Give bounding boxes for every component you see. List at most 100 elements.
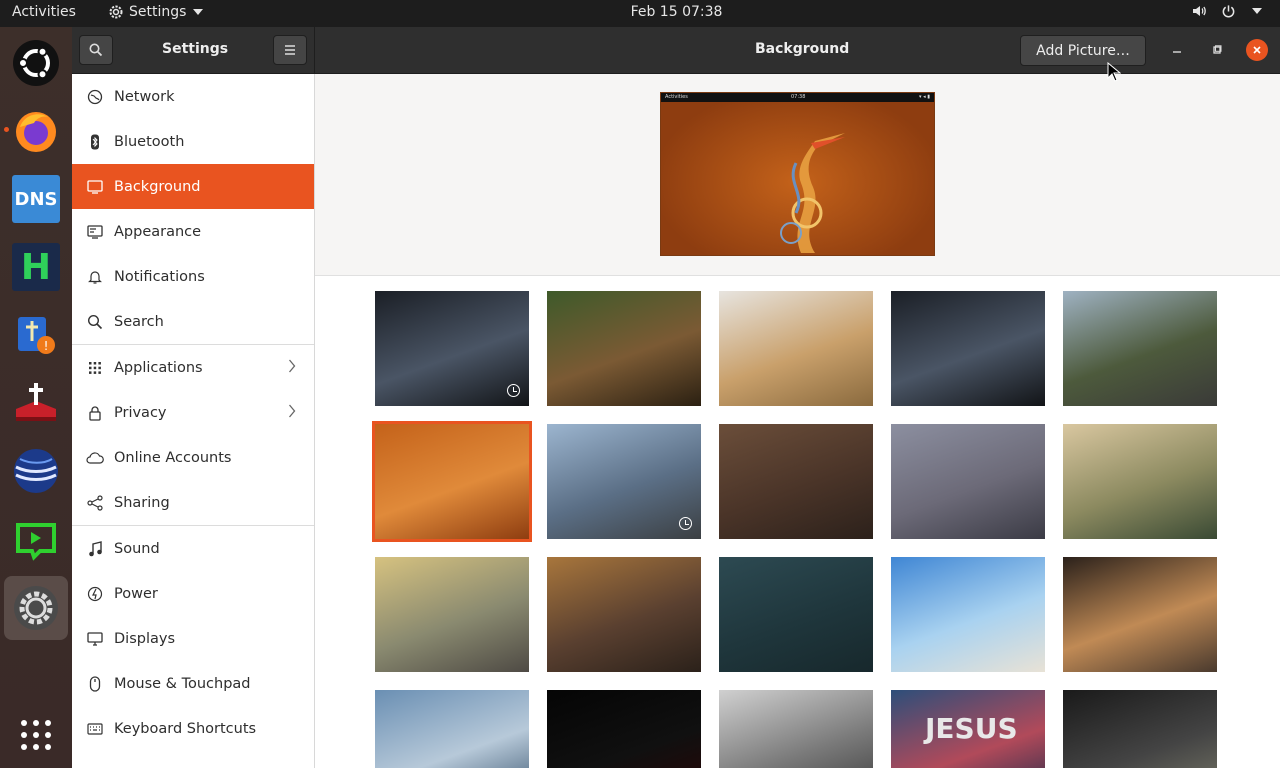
wallpaper-thumbnail[interactable] — [719, 557, 873, 672]
ubuntu-logo-icon[interactable] — [8, 35, 64, 91]
mouse-cursor-icon — [1107, 62, 1121, 82]
sidebar-item-label: Background — [114, 178, 201, 195]
sidebar-header: Settings — [72, 27, 315, 74]
wallpaper-thumbnail[interactable] — [1063, 690, 1217, 768]
chevron-down-icon — [1252, 8, 1262, 14]
sidebar-item-bluetooth[interactable]: Bluetooth — [72, 119, 314, 164]
dock: DNS H ! — [0, 27, 72, 768]
clock[interactable]: Feb 15 07:38 — [0, 4, 1280, 20]
music-note-icon — [89, 540, 102, 556]
bible-study-svg: ! — [18, 317, 55, 354]
power-icon — [87, 586, 103, 601]
system-tray[interactable] — [1191, 3, 1262, 19]
dns-label: DNS — [12, 175, 60, 223]
sidebar-item-label: Search — [114, 313, 164, 330]
sidebar-item-appearance[interactable]: Appearance — [72, 209, 314, 254]
clock-badge-icon — [679, 517, 692, 530]
screen-recorder-icon[interactable] — [8, 511, 64, 567]
wallpaper-thumbnail[interactable] — [375, 557, 529, 672]
hamburger-icon — [285, 45, 295, 55]
share-icon — [87, 494, 103, 511]
sidebar-item-privacy[interactable]: Privacy — [72, 390, 314, 435]
restore-icon — [1213, 45, 1222, 54]
sidebar-item-label: Keyboard Shortcuts — [114, 720, 257, 737]
header-bar: Settings Background Add Picture… — [72, 27, 1280, 74]
settings-app-icon[interactable] — [4, 576, 68, 640]
wallpaper-thumbnail[interactable]: JESUS — [891, 690, 1045, 768]
minimize-button[interactable] — [1166, 39, 1188, 61]
cloud-icon — [86, 451, 104, 464]
sidebar-item-label: Network — [114, 88, 175, 105]
close-button[interactable] — [1246, 39, 1268, 61]
wallpaper-thumbnail[interactable] — [1063, 557, 1217, 672]
sidebar-item-label: Mouse & Touchpad — [114, 675, 251, 692]
apps-grid-icon — [89, 361, 101, 374]
wallpaper-thumbnail[interactable] — [547, 557, 701, 672]
bible-app-icon[interactable] — [8, 375, 64, 431]
wallpaper-thumbnail[interactable] — [547, 291, 701, 406]
wallpaper-thumbnail[interactable] — [547, 690, 701, 768]
sidebar-item-label: Applications — [114, 359, 203, 376]
firefox-icon[interactable] — [8, 103, 64, 159]
sidebar-item-displays[interactable]: Displays — [72, 616, 314, 661]
bible-study-icon[interactable]: ! — [8, 307, 64, 363]
wallpaper-thumbnail[interactable] — [719, 424, 873, 539]
wallpaper-thumbnail[interactable] — [719, 690, 873, 768]
sidebar-item-notifications[interactable]: Notifications — [72, 254, 314, 299]
display-icon — [87, 631, 103, 646]
search-button[interactable] — [79, 35, 113, 65]
search-icon — [87, 314, 103, 329]
show-apps-icon[interactable] — [8, 707, 64, 763]
chevron-right-icon — [289, 359, 296, 373]
sidebar-item-label: Sound — [114, 540, 160, 557]
sidebar-item-label: Displays — [114, 630, 176, 647]
appearance-icon — [87, 224, 103, 239]
sidebar-item-background[interactable]: Background — [72, 164, 314, 209]
sidebar-item-sharing[interactable]: Sharing — [72, 480, 314, 525]
ubuntu-logo-svg — [13, 40, 59, 86]
wallpaper-thumbnail[interactable] — [547, 424, 701, 539]
wallpaper-thumbnail[interactable] — [891, 557, 1045, 672]
wallpaper-thumbnail[interactable] — [1063, 291, 1217, 406]
bluetooth-icon — [91, 134, 99, 149]
bell-icon — [88, 270, 102, 284]
top-bar: Activities Settings Feb 15 07:38 — [0, 0, 1280, 27]
sidebar-item-sound[interactable]: Sound — [72, 526, 314, 571]
preview-area: Activities 07:38 ▾ ◂ ▮ — [315, 74, 1280, 276]
blue-app-icon[interactable] — [8, 443, 64, 499]
wallpaper-thumbnail[interactable] — [1063, 424, 1217, 539]
wallpaper-thumbnail[interactable] — [372, 421, 532, 542]
volume-icon — [1193, 6, 1206, 16]
sidebar-item-label: Power — [114, 585, 158, 602]
sidebar-item-mouse-touchpad[interactable]: Mouse & Touchpad — [72, 661, 314, 706]
firefox-svg — [16, 112, 56, 152]
sidebar-item-network[interactable]: Network — [72, 74, 314, 119]
hexchat-label: H — [12, 243, 60, 291]
sidebar-item-power[interactable]: Power — [72, 571, 314, 616]
current-background-preview: Activities 07:38 ▾ ◂ ▮ — [660, 92, 935, 256]
dns-icon[interactable]: DNS — [8, 171, 64, 227]
keyboard-icon — [87, 722, 103, 735]
mouse-icon — [89, 675, 101, 692]
wallpaper-thumbnail[interactable] — [375, 690, 529, 768]
background-panel: Activities 07:38 ▾ ◂ ▮ JESUS — [315, 74, 1280, 768]
network-icon — [87, 89, 103, 104]
sidebar-item-search[interactable]: Search — [72, 299, 314, 344]
minimize-icon — [1173, 51, 1181, 53]
maximize-button[interactable] — [1206, 39, 1228, 61]
blue-app-svg — [14, 449, 58, 493]
sidebar-item-label: Bluetooth — [114, 133, 185, 150]
hexchat-icon[interactable]: H — [8, 239, 64, 295]
sidebar-item-online-accounts[interactable]: Online Accounts — [72, 435, 314, 480]
add-picture-button[interactable]: Add Picture… — [1020, 35, 1146, 66]
sidebar-item-label: Privacy — [114, 404, 167, 421]
menu-button[interactable] — [273, 35, 307, 65]
power-icon — [1222, 4, 1235, 17]
wallpaper-thumbnail[interactable] — [719, 291, 873, 406]
sidebar-item-keyboard-shortcuts[interactable]: Keyboard Shortcuts — [72, 706, 314, 751]
wallpaper-thumbnail[interactable] — [375, 291, 529, 406]
wallpaper-thumbnail[interactable] — [891, 424, 1045, 539]
sidebar-item-applications[interactable]: Applications — [72, 345, 314, 390]
wallpaper-thumbnail[interactable] — [891, 291, 1045, 406]
sidebar-item-label: Appearance — [114, 223, 202, 240]
